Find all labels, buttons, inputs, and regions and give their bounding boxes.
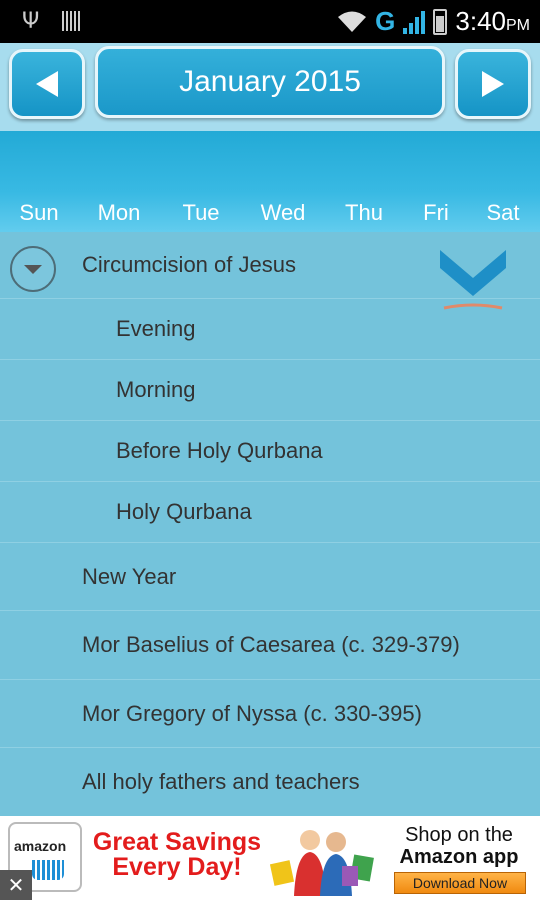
list-item-child[interactable]: Before Holy Qurbana [0, 421, 540, 482]
list-item[interactable]: All holy fathers and teachers [0, 748, 540, 816]
list-item[interactable]: Mor Gregory of Nyssa (c. 330-395) [0, 680, 540, 748]
list-item-label: Mor Baselius of Caesarea (c. 329-379) [82, 632, 460, 657]
ad-shop-text: Shop on the Amazon app [388, 824, 530, 868]
weekday-fri: Fri [423, 200, 449, 225]
ad-headline-line1: Great Savings [92, 828, 262, 856]
list-item-child[interactable]: Holy Qurbana [0, 482, 540, 543]
weekday-wed: Wed [260, 200, 306, 225]
usb-icon: Ψ [22, 9, 40, 34]
list-item-label: Circumcision of Jesus [82, 252, 296, 277]
list-item-child[interactable]: Morning [0, 360, 540, 421]
list-item-label: Evening [116, 316, 196, 341]
weekday-sat: Sat [486, 200, 520, 225]
cart-icon [32, 860, 64, 880]
month-title[interactable]: January 2015 [95, 46, 445, 118]
shoppers-image [269, 830, 374, 896]
download-now-button[interactable]: Download Now [394, 872, 526, 894]
list-item-label: All holy fathers and teachers [82, 769, 360, 794]
clock-ampm: PM [506, 17, 530, 34]
status-icons: G 3:40PM [337, 6, 530, 37]
ad-shop-line1: Shop on the [405, 824, 513, 846]
list-item-label: Before Holy Qurbana [116, 438, 323, 463]
signal-icon [403, 10, 426, 34]
amazon-logo-text: amazon [14, 838, 67, 854]
next-month-button[interactable] [455, 49, 531, 119]
weekday-header: Sun Mon Tue Wed Thu Fri Sat [0, 131, 540, 232]
ad-headline: Great Savings Every Day! [92, 830, 262, 880]
network-type-label: G [375, 6, 396, 36]
list-item-label: New Year [82, 563, 177, 589]
event-list: Circumcision of Jesus Evening Morning Be… [0, 232, 540, 816]
ad-banner[interactable]: amazon Great Savings Every Day! Shop on … [0, 816, 540, 900]
right-triangle-icon [482, 71, 504, 97]
ad-shop-line2: Amazon app [399, 846, 519, 868]
calendar-header: January 2015 [0, 43, 540, 131]
previous-month-button[interactable] [9, 49, 85, 119]
weekday-tue: Tue [182, 200, 220, 225]
battery-charging-icon [433, 8, 448, 35]
list-item-parent[interactable]: Circumcision of Jesus [0, 232, 540, 310]
wifi-icon [338, 11, 367, 32]
list-item-label: Holy Qurbana [116, 499, 252, 524]
list-item-label: Mor Gregory of Nyssa (c. 330-395) [82, 700, 422, 726]
status-bar: Ψ G 3:40PM [0, 0, 540, 43]
barcode-icon [62, 11, 80, 31]
clock-time: 3:40 [455, 6, 506, 36]
clock: 3:40PM [455, 6, 530, 37]
list-item[interactable]: New Year [0, 543, 540, 611]
collapse-toggle-icon[interactable] [10, 246, 56, 292]
left-triangle-icon [36, 71, 58, 97]
weekday-mon: Mon [97, 200, 141, 225]
list-item[interactable]: Mor Baselius of Caesarea (c. 329-379) [0, 611, 540, 680]
weekday-sun: Sun [19, 200, 59, 225]
close-ad-button[interactable]: ✕ [0, 870, 32, 900]
list-item-label: Morning [116, 377, 196, 402]
weekday-row: Sun Mon Tue Wed Thu Fri Sat [0, 200, 540, 230]
weekday-thu: Thu [345, 200, 383, 225]
ad-headline-line2: Every Day! [112, 853, 242, 881]
list-item-child[interactable]: Evening [0, 299, 540, 360]
